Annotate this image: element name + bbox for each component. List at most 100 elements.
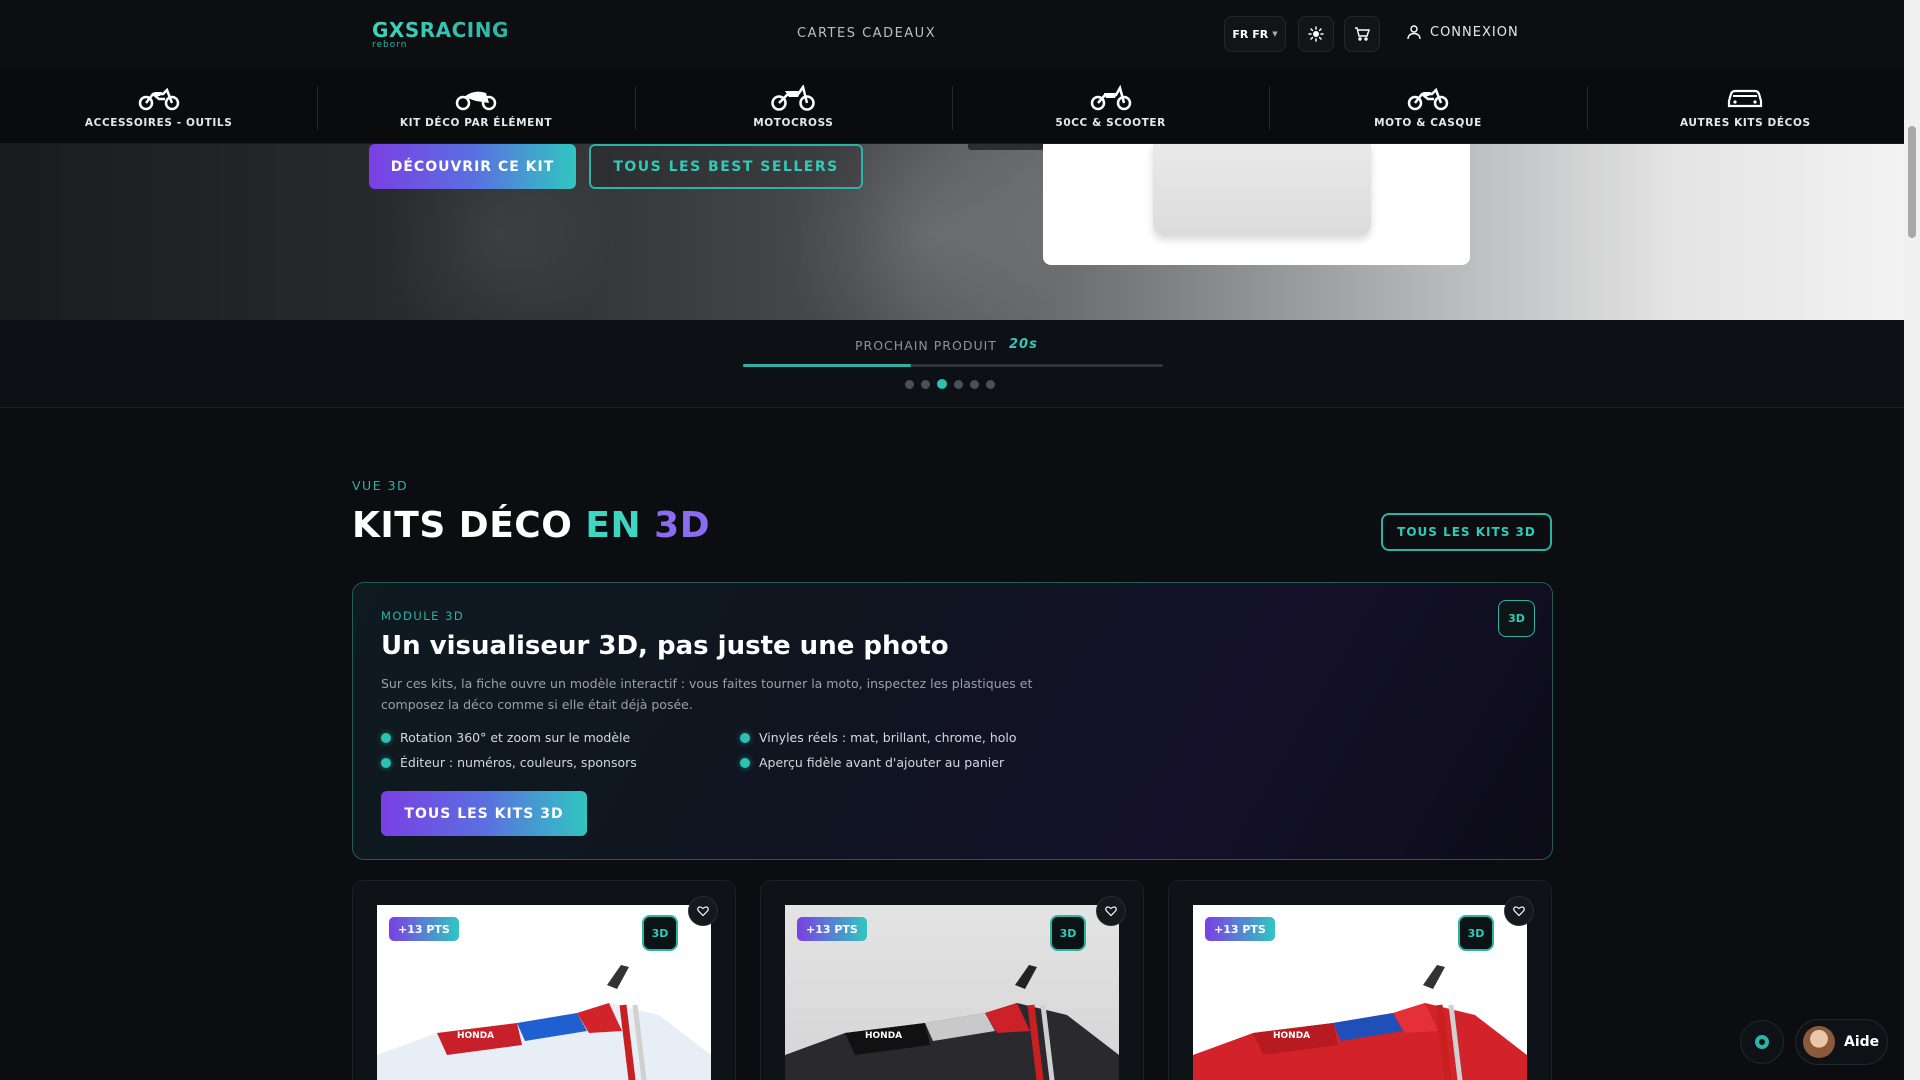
login-label: CONNEXION	[1430, 24, 1519, 40]
category-nav: ACCESSOIRES - OUTILS KIT DÉCO PAR ÉLÉMEN…	[0, 70, 1904, 144]
scooter-icon	[1090, 84, 1131, 110]
theme-toggle-button[interactable]	[1298, 16, 1334, 52]
product-card[interactable]: HONDA +13 PTS 3D	[1168, 880, 1552, 1080]
site-logo[interactable]: GXSRACING reborn	[372, 18, 509, 50]
help-label: Aide	[1844, 1034, 1880, 1050]
top-header: GXSRACING reborn CARTES CADEAUX FR FR ▼ …	[0, 0, 1904, 70]
points-badge: +13 PTS	[1205, 917, 1275, 941]
3d-badge: 3D	[1050, 915, 1086, 951]
hero-banner: DÉCOUVRIR CE KIT TOUS LES BEST SELLERS	[0, 144, 1904, 320]
feature-text: Vinyles réels : mat, brillant, chrome, h…	[759, 730, 1017, 745]
points-badge: +13 PTS	[389, 917, 459, 941]
bullet-icon	[740, 757, 750, 768]
carousel-dot[interactable]	[937, 379, 947, 389]
svg-text:HONDA: HONDA	[457, 1031, 494, 1041]
3d-module-card: MODULE 3D Un visualiseur 3D, pas juste u…	[352, 582, 1553, 860]
carousel-dot[interactable]	[954, 379, 963, 389]
module-description: Sur ces kits, la fiche ouvre un modèle i…	[381, 676, 1033, 712]
svg-text:HONDA: HONDA	[865, 1031, 902, 1041]
category-moto-helmet[interactable]: MOTO & CASQUE	[1269, 70, 1586, 143]
module-title: Un visualiseur 3D, pas juste une photo	[381, 631, 949, 661]
feature-item: Aperçu fidèle avant d'ajouter au panier	[740, 755, 1004, 770]
carousel-dot[interactable]	[970, 379, 979, 389]
cart-icon	[1355, 27, 1370, 41]
best-sellers-button[interactable]: TOUS LES BEST SELLERS	[589, 144, 863, 189]
product-card[interactable]: HONDA +13 PTS 3D	[760, 880, 1144, 1080]
motorcycle-icon	[138, 87, 179, 110]
discover-kit-button[interactable]: DÉCOUVRIR CE KIT	[369, 144, 576, 189]
feature-item: Vinyles réels : mat, brillant, chrome, h…	[740, 730, 1017, 745]
favorite-button[interactable]	[1096, 896, 1126, 926]
section-title-main: KITS DÉCO	[352, 505, 573, 546]
carousel-controls: PROCHAIN PRODUIT 20s	[0, 320, 1904, 408]
language-label: FR	[1232, 27, 1249, 41]
category-label: 50CC & SCOOTER	[1055, 116, 1166, 129]
feature-item: Éditeur : numéros, couleurs, sponsors	[381, 755, 637, 770]
section-title-en: EN	[585, 505, 642, 546]
dirt-bike-icon	[771, 84, 816, 111]
accessibility-icon	[1755, 1035, 1769, 1049]
scrollbar[interactable]	[1904, 0, 1920, 1080]
carousel-dots	[905, 379, 995, 389]
motorcycle-icon	[455, 91, 497, 110]
next-product-countdown: 20s	[1009, 337, 1038, 352]
feature-item: Rotation 360° et zoom sur le modèle	[381, 730, 630, 745]
category-label: KIT DÉCO PAR ÉLÉMENT	[399, 116, 553, 129]
all-3d-kits-button[interactable]: TOUS LES KITS 3D	[1381, 513, 1552, 551]
next-product-label: PROCHAIN PRODUIT	[855, 338, 997, 353]
category-label: MOTOCROSS	[753, 116, 834, 129]
bullet-icon	[740, 732, 750, 743]
carousel-dot[interactable]	[905, 379, 914, 389]
module-tag: MODULE 3D	[381, 609, 465, 623]
category-label: AUTRES KITS DÉCOS	[1679, 116, 1811, 129]
heart-icon	[1513, 906, 1525, 917]
language-value: FR	[1252, 27, 1269, 41]
tshirt-image	[1153, 144, 1371, 236]
sun-icon	[1308, 26, 1324, 42]
scrollbar-thumb[interactable]	[1908, 126, 1916, 238]
category-50cc-scooter[interactable]: 50CC & SCOOTER	[951, 70, 1269, 143]
category-label: ACCESSOIRES - OUTILS	[84, 116, 233, 129]
points-badge: +13 PTS	[797, 917, 867, 941]
product-tag	[968, 144, 1044, 150]
language-selector[interactable]: FR FR ▼	[1224, 16, 1286, 52]
category-motocross[interactable]: MOTOCROSS	[634, 70, 952, 143]
product-card[interactable]: HONDA +13 PTS 3D	[352, 880, 736, 1080]
user-icon	[1407, 25, 1421, 40]
carousel-dot[interactable]	[986, 379, 995, 389]
section-title-3d: 3D	[654, 505, 711, 546]
section-tag: VUE 3D	[352, 478, 409, 493]
feature-text: Rotation 360° et zoom sur le modèle	[400, 730, 631, 745]
carousel-dot[interactable]	[921, 379, 930, 389]
carousel-progress-fill	[743, 364, 911, 367]
accessibility-button[interactable]	[1740, 1020, 1784, 1064]
login-link[interactable]: CONNEXION	[1406, 24, 1519, 40]
all-3d-kits-cta[interactable]: TOUS LES KITS 3D	[381, 791, 587, 836]
chevron-down-icon: ▼	[1272, 30, 1278, 38]
gift-cards-link[interactable]: CARTES CADEAUX	[797, 26, 936, 41]
favorite-button[interactable]	[688, 896, 718, 926]
heart-icon	[1105, 906, 1117, 917]
section-title: KITS DÉCO EN 3D	[352, 505, 710, 546]
cart-button[interactable]	[1344, 16, 1380, 52]
category-accessories[interactable]: ACCESSOIRES - OUTILS	[0, 70, 317, 143]
3d-badge: 3D	[642, 915, 678, 951]
category-kit-by-element[interactable]: KIT DÉCO PAR ÉLÉMENT	[317, 70, 634, 143]
bullet-icon	[381, 732, 391, 743]
category-other-kits[interactable]: AUTRES KITS DÉCOS	[1586, 70, 1904, 143]
svg-text:HONDA: HONDA	[1273, 1031, 1310, 1041]
heart-icon	[697, 906, 709, 917]
category-label: MOTO & CASQUE	[1374, 116, 1482, 129]
motorcycle-icon	[1407, 87, 1449, 110]
carousel-progress-track	[743, 364, 1163, 367]
avatar	[1803, 1026, 1835, 1058]
logo-text: GXSRACING	[372, 18, 509, 42]
feature-text: Éditeur : numéros, couleurs, sponsors	[400, 755, 637, 770]
hero-product-image[interactable]	[1043, 144, 1470, 265]
feature-text: Aperçu fidèle avant d'ajouter au panier	[759, 755, 1005, 770]
car-icon	[1728, 89, 1763, 107]
favorite-button[interactable]	[1504, 896, 1534, 926]
3d-badge: 3D	[1458, 915, 1494, 951]
help-button[interactable]: Aide	[1795, 1019, 1888, 1065]
3d-badge: 3D	[1498, 600, 1535, 637]
